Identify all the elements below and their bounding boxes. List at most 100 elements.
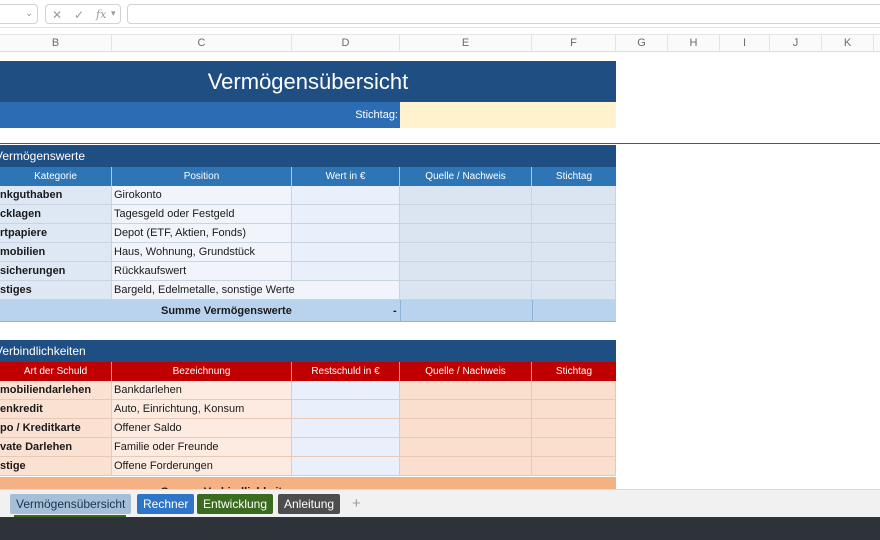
table-row: stiges Bargeld, Edelmetalle, sonstige We… — [0, 281, 616, 300]
asset-category[interactable]: sicherungen — [0, 262, 112, 281]
formula-bar: ⌄ ✕ ✓ fx ▾ — [0, 0, 880, 28]
asset-source-cell[interactable] — [400, 281, 532, 300]
asset-value-cell[interactable] — [292, 243, 400, 262]
asset-source-cell[interactable] — [400, 186, 532, 205]
column-header-i[interactable]: I — [720, 35, 770, 52]
assets-sum-row: Summe Vermögenswerte - — [0, 300, 616, 322]
liabilities-header-row: Art der Schuld Bezeichnung Restschuld in… — [0, 362, 616, 381]
liability-description[interactable]: Offene Forderungen — [112, 457, 292, 476]
cancel-icon[interactable]: ✕ — [52, 8, 62, 22]
asset-category[interactable]: mobilien — [0, 243, 112, 262]
column-header-k[interactable]: K — [822, 35, 874, 52]
liability-amount-cell[interactable] — [292, 381, 400, 400]
table-row: enkredit Auto, Einrichtung, Konsum — [0, 400, 616, 419]
assets-section-heading: Vermögenswerte — [0, 145, 616, 167]
liabilities-header-date: Stichtag — [555, 366, 593, 377]
column-header-c[interactable]: C — [112, 35, 292, 52]
column-header-b[interactable]: B — [0, 35, 112, 52]
assets-header-date: Stichtag — [555, 171, 593, 182]
asset-source-cell[interactable] — [400, 224, 532, 243]
tab-entwicklung[interactable]: Entwicklung — [197, 494, 274, 514]
name-box[interactable]: ⌄ — [0, 4, 38, 24]
asset-source-cell[interactable] — [400, 243, 532, 262]
column-header-g[interactable]: G — [616, 35, 668, 52]
liability-description[interactable]: Auto, Einrichtung, Konsum — [112, 400, 292, 419]
liability-description[interactable]: Offener Saldo — [112, 419, 292, 438]
asset-category[interactable]: stiges — [0, 281, 112, 300]
liability-amount-cell[interactable] — [292, 457, 400, 476]
liability-date-cell[interactable] — [532, 457, 616, 476]
liability-date-cell[interactable] — [532, 400, 616, 419]
liability-date-cell[interactable] — [532, 419, 616, 438]
table-row: nkguthaben Girokonto — [0, 186, 616, 205]
asset-date-cell[interactable] — [532, 243, 616, 262]
table-row: mobiliendarlehen Bankdarlehen — [0, 381, 616, 400]
tab-vermoegensuebersicht[interactable]: Vermögensübersicht — [10, 494, 132, 514]
asset-position[interactable]: Girokonto — [112, 186, 292, 205]
table-row: sicherungen Rückkaufswert — [0, 262, 616, 281]
table-row: mobilien Haus, Wohnung, Grundstück — [0, 243, 616, 262]
asset-date-cell[interactable] — [532, 186, 616, 205]
liability-type[interactable]: po / Kreditkarte — [0, 419, 112, 438]
assets-header-value: Wert in € — [292, 167, 400, 186]
column-header-f[interactable]: F — [532, 35, 616, 52]
column-header-j[interactable]: J — [770, 35, 822, 52]
liability-type[interactable]: mobiliendarlehen — [0, 381, 112, 400]
column-header-bar: B C D E F G H I J K — [0, 34, 880, 52]
asset-source-cell[interactable] — [400, 262, 532, 281]
asset-value-cell[interactable] — [292, 186, 400, 205]
liability-type[interactable]: vate Darlehen — [0, 438, 112, 457]
asset-value-cell[interactable] — [292, 205, 400, 224]
stichtag-input-cell[interactable] — [400, 102, 616, 128]
asset-position[interactable]: Haus, Wohnung, Grundstück — [112, 243, 292, 262]
add-sheet-icon[interactable]: + — [346, 494, 367, 514]
assets-sum-label: Summe Vermögenswerte — [161, 305, 292, 317]
liability-type[interactable]: enkredit — [0, 400, 112, 419]
liabilities-header-source: Quelle / Nachweis — [400, 362, 532, 381]
formula-input[interactable] — [127, 4, 880, 24]
liability-date-cell[interactable] — [532, 438, 616, 457]
column-header-d[interactable]: D — [292, 35, 400, 52]
asset-source-cell[interactable] — [400, 205, 532, 224]
asset-position[interactable]: Tagesgeld oder Festgeld — [112, 205, 292, 224]
function-icon[interactable]: fx — [96, 8, 106, 21]
assets-header-row: Kategorie Position Wert in € Quelle / Na… — [0, 167, 616, 186]
liabilities-header-type: Art der Schuld — [0, 362, 112, 381]
assets-header-position: Position — [112, 167, 292, 186]
asset-value-cell[interactable] — [292, 224, 400, 243]
asset-value-cell[interactable] — [292, 262, 400, 281]
liability-description[interactable]: Bankdarlehen — [112, 381, 292, 400]
asset-date-cell[interactable] — [532, 224, 616, 243]
liability-source-cell[interactable] — [400, 419, 532, 438]
asset-category[interactable]: nkguthaben — [0, 186, 112, 205]
liability-amount-cell[interactable] — [292, 438, 400, 457]
liability-amount-cell[interactable] — [292, 419, 400, 438]
asset-position[interactable]: Rückkaufswert — [112, 262, 292, 281]
liability-source-cell[interactable] — [400, 438, 532, 457]
liability-amount-cell[interactable] — [292, 400, 400, 419]
chevron-down-icon: ⌄ — [25, 8, 34, 19]
asset-date-cell[interactable] — [532, 205, 616, 224]
function-menu-icon[interactable]: ▾ — [111, 8, 116, 19]
liability-date-cell[interactable] — [532, 381, 616, 400]
tab-anleitung[interactable]: Anleitung — [278, 494, 341, 514]
asset-date-cell[interactable] — [532, 262, 616, 281]
column-header-h[interactable]: H — [668, 35, 720, 52]
asset-position[interactable]: Bargeld, Edelmetalle, sonstige Werte — [112, 281, 400, 300]
sheet-title: Vermögensübersicht — [0, 61, 616, 102]
liability-description[interactable]: Familie oder Freunde — [112, 438, 292, 457]
bottom-status-bar — [0, 517, 880, 540]
liability-source-cell[interactable] — [400, 457, 532, 476]
asset-position[interactable]: Depot (ETF, Aktien, Fonds) — [112, 224, 292, 243]
liabilities-header-remaining: Restschuld in € — [292, 362, 400, 381]
asset-category[interactable]: cklagen — [0, 205, 112, 224]
asset-date-cell[interactable] — [532, 281, 616, 300]
liability-source-cell[interactable] — [400, 400, 532, 419]
table-row: vate Darlehen Familie oder Freunde — [0, 438, 616, 457]
confirm-icon[interactable]: ✓ — [74, 8, 84, 22]
column-header-e[interactable]: E — [400, 35, 532, 52]
asset-category[interactable]: rtpapiere — [0, 224, 112, 243]
liability-source-cell[interactable] — [400, 381, 532, 400]
liability-type[interactable]: stige — [0, 457, 112, 476]
tab-rechner[interactable]: Rechner — [137, 494, 195, 514]
